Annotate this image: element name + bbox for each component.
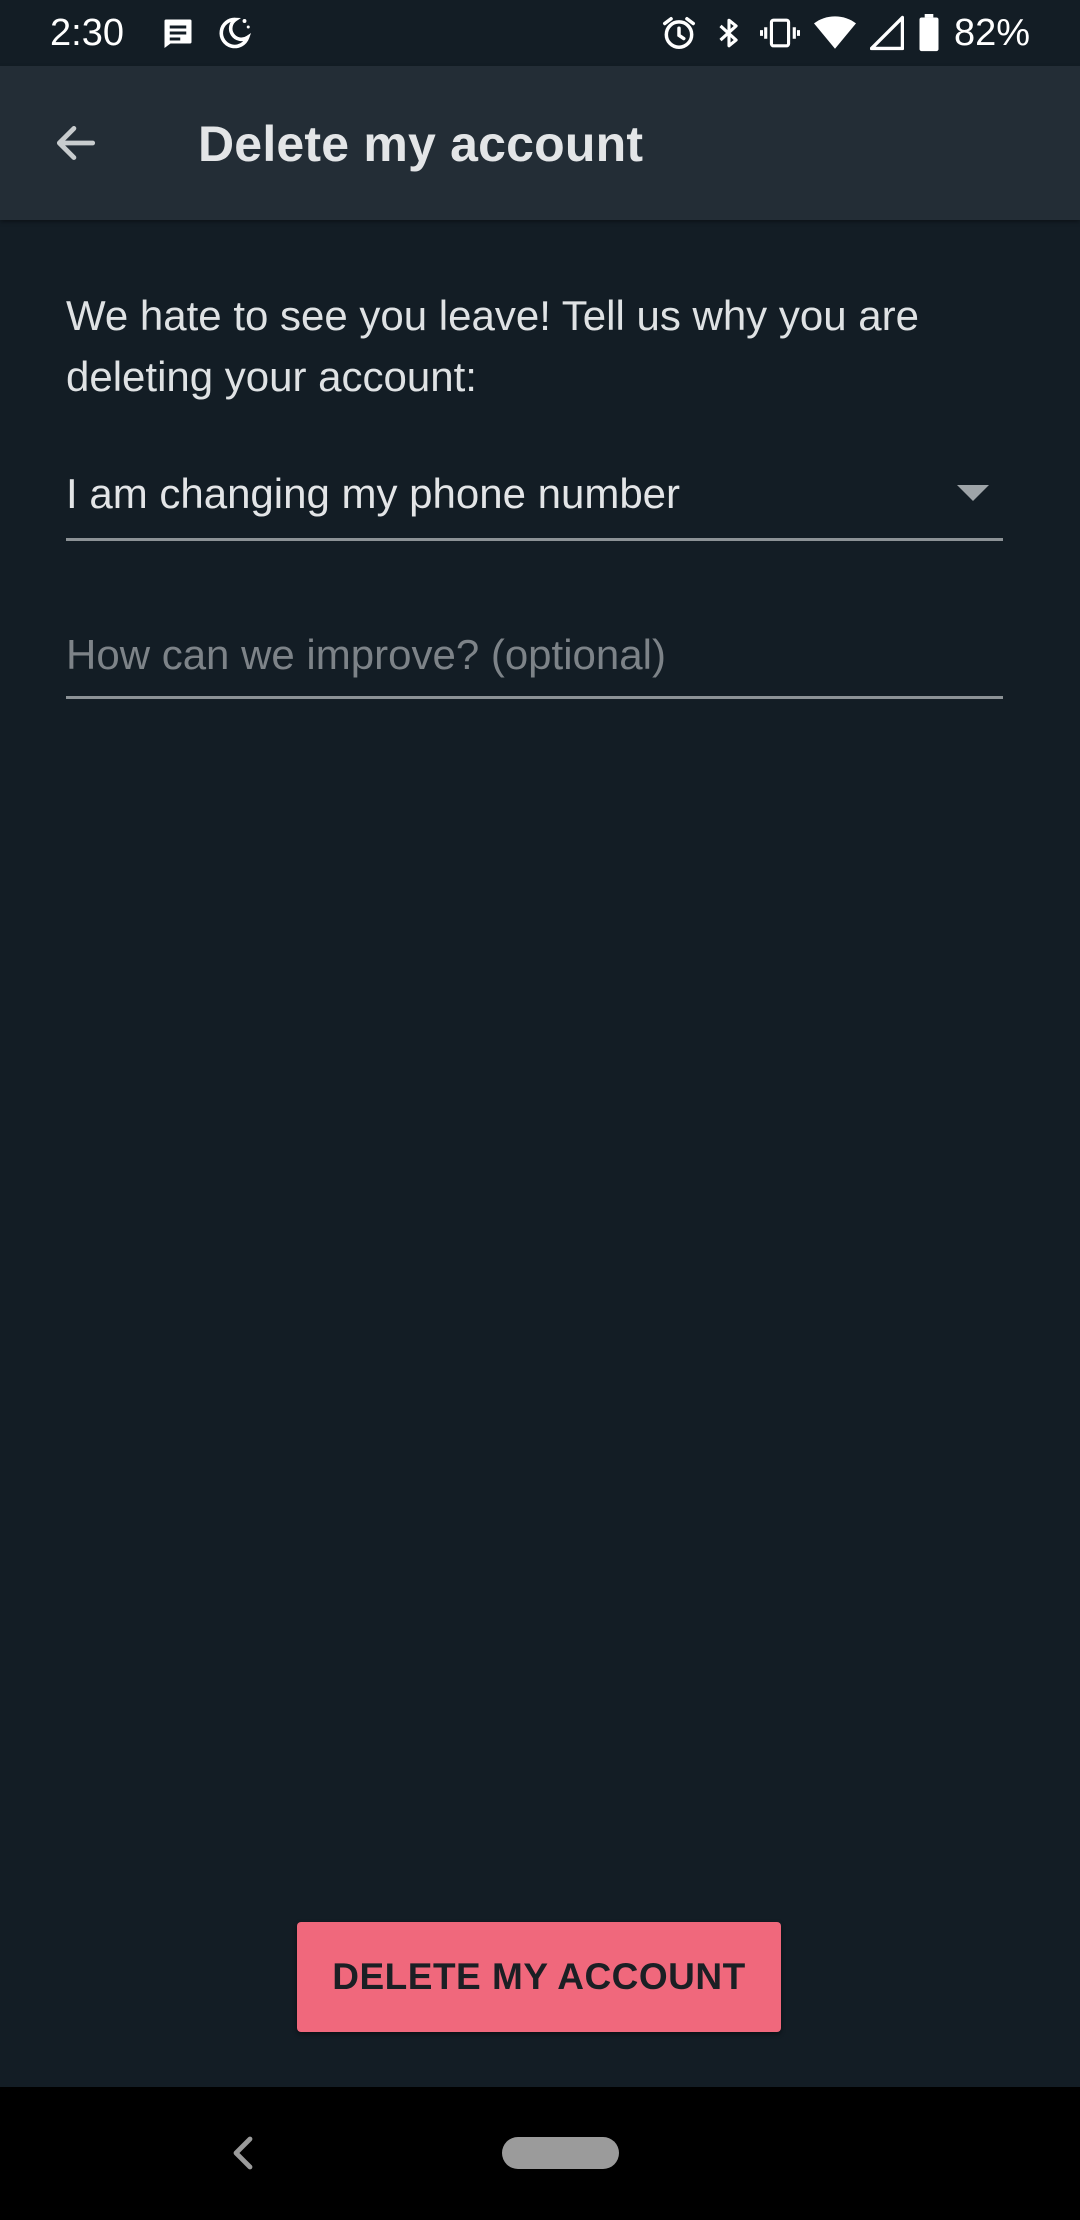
page-title: Delete my account [198,116,644,172]
status-time: 2:30 [50,12,124,54]
status-right-icons: 82% [660,10,1030,56]
back-button[interactable] [36,103,116,183]
cellular-signal-icon [869,14,904,52]
arrow-left-icon [56,126,96,160]
battery-icon [918,14,940,52]
vibrate-icon [759,14,800,52]
nav-back-button[interactable] [222,2130,262,2176]
delete-reason-prompt: We hate to see you leave! Tell us why yo… [66,292,919,400]
app-bar: Delete my account [0,66,1080,220]
delete-account-screen: 2:30 82% Delete my account We hate to se… [0,0,1080,2220]
home-pill-icon[interactable] [502,2137,619,2169]
moon-icon [216,15,252,51]
reason-dropdown-value: I am changing my phone number [66,470,681,517]
status-bar: 2:30 82% [0,0,1080,66]
improve-feedback-input[interactable] [66,622,1003,699]
battery-percentage: 82% [953,12,1030,54]
delete-account-button[interactable]: DELETE MY ACCOUNT [297,1922,781,2032]
status-left-icons [160,13,252,53]
system-nav-bar [0,2087,1080,2220]
message-icon [160,15,196,51]
bluetooth-icon [712,14,746,52]
reason-dropdown[interactable]: I am changing my phone number [66,452,1003,541]
chevron-left-icon [233,2136,253,2170]
alarm-icon [660,14,698,52]
dropdown-arrow-icon [957,485,989,501]
wifi-icon [813,14,856,52]
